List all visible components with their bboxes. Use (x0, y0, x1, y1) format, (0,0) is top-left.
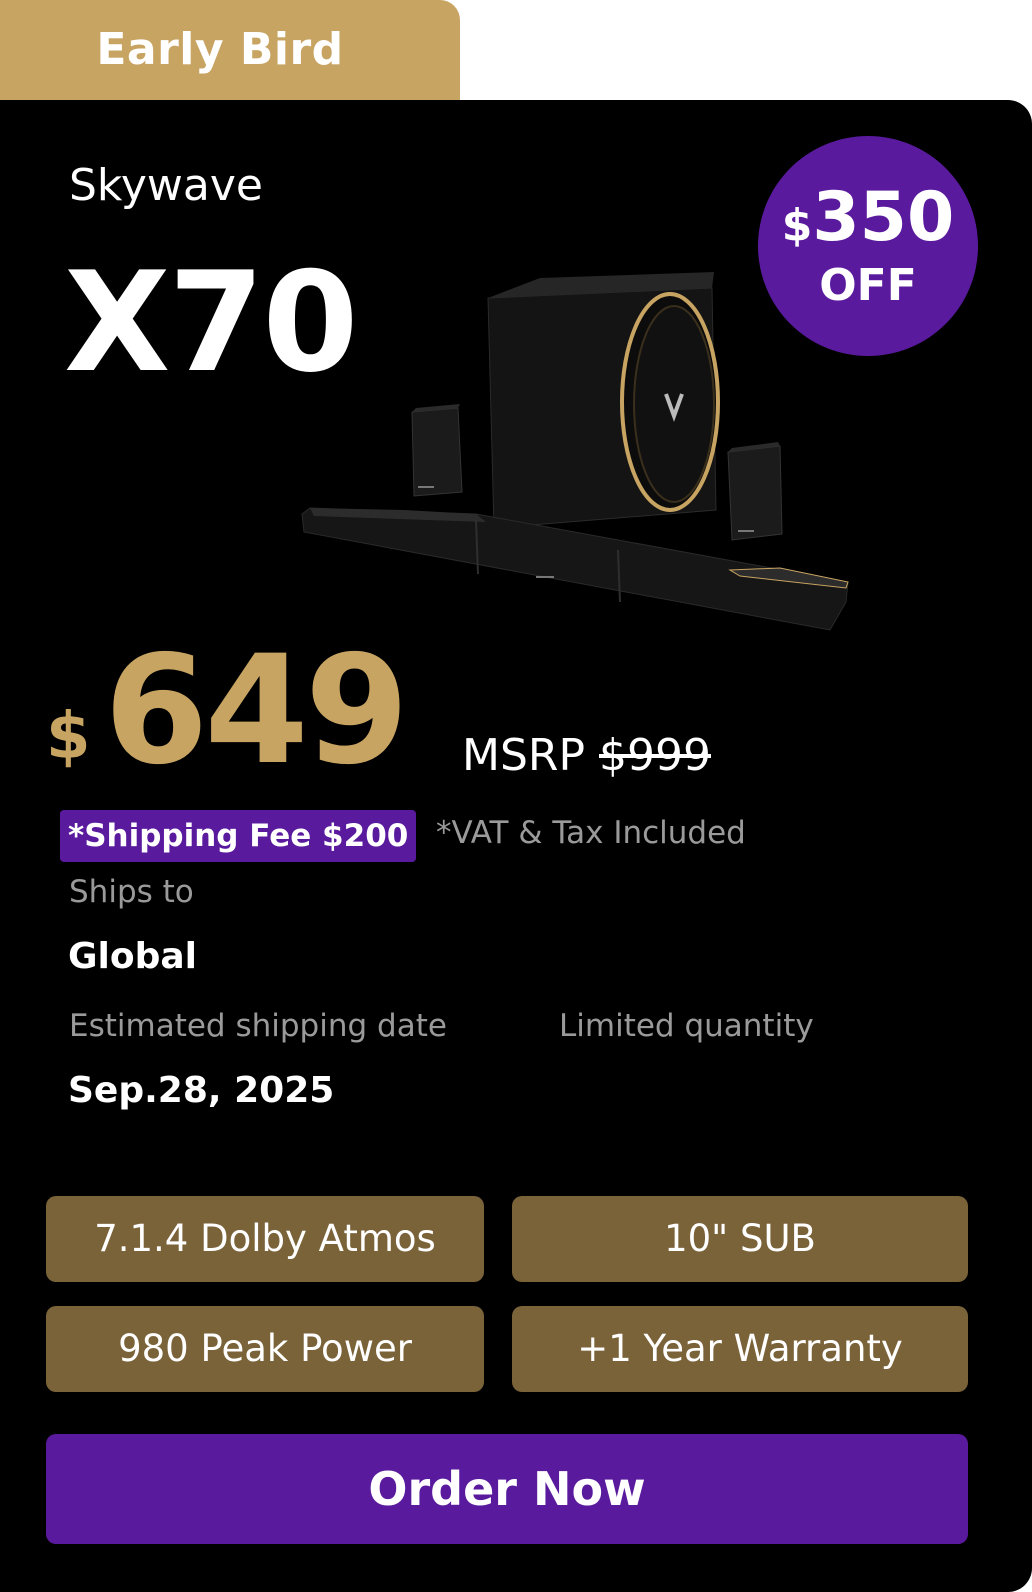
ships-to-label: Ships to (69, 874, 194, 910)
msrp-label: MSRP (462, 730, 585, 781)
discount-amount: $350 (758, 182, 978, 262)
shipping-fee-badge: *Shipping Fee $200 (60, 810, 417, 862)
early-bird-label: Early Bird (96, 24, 344, 75)
early-bird-tab: Early Bird (0, 0, 460, 110)
subwoofer (487, 272, 720, 529)
left-speaker (411, 404, 463, 497)
discount-currency: $ (781, 200, 813, 251)
brand-name: Skywave (69, 160, 263, 211)
ships-to-value: Global (68, 936, 198, 977)
limited-quantity-label: Limited quantity (559, 1008, 814, 1044)
shipping-date-value: Sep.28, 2025 (68, 1070, 335, 1111)
shipping-date-label: Estimated shipping date (69, 1008, 447, 1044)
vat-note: *VAT & Tax Included (436, 815, 746, 851)
feature-subwoofer: 10" SUB (512, 1196, 968, 1282)
sale-price: 649 (104, 624, 409, 798)
feature-peak-power: 980 Peak Power (46, 1306, 484, 1392)
feature-dolby-atmos: 7.1.4 Dolby Atmos (46, 1196, 484, 1282)
soundbar-system-image (301, 272, 849, 631)
discount-value: 350 (812, 178, 955, 257)
right-speaker (727, 442, 783, 541)
msrp: MSRP $999 (462, 730, 711, 781)
feature-warranty: +1 Year Warranty (512, 1306, 968, 1392)
price-currency: $ (46, 700, 91, 774)
order-now-button[interactable]: Order Now (46, 1434, 968, 1544)
msrp-price: $999 (599, 730, 711, 781)
